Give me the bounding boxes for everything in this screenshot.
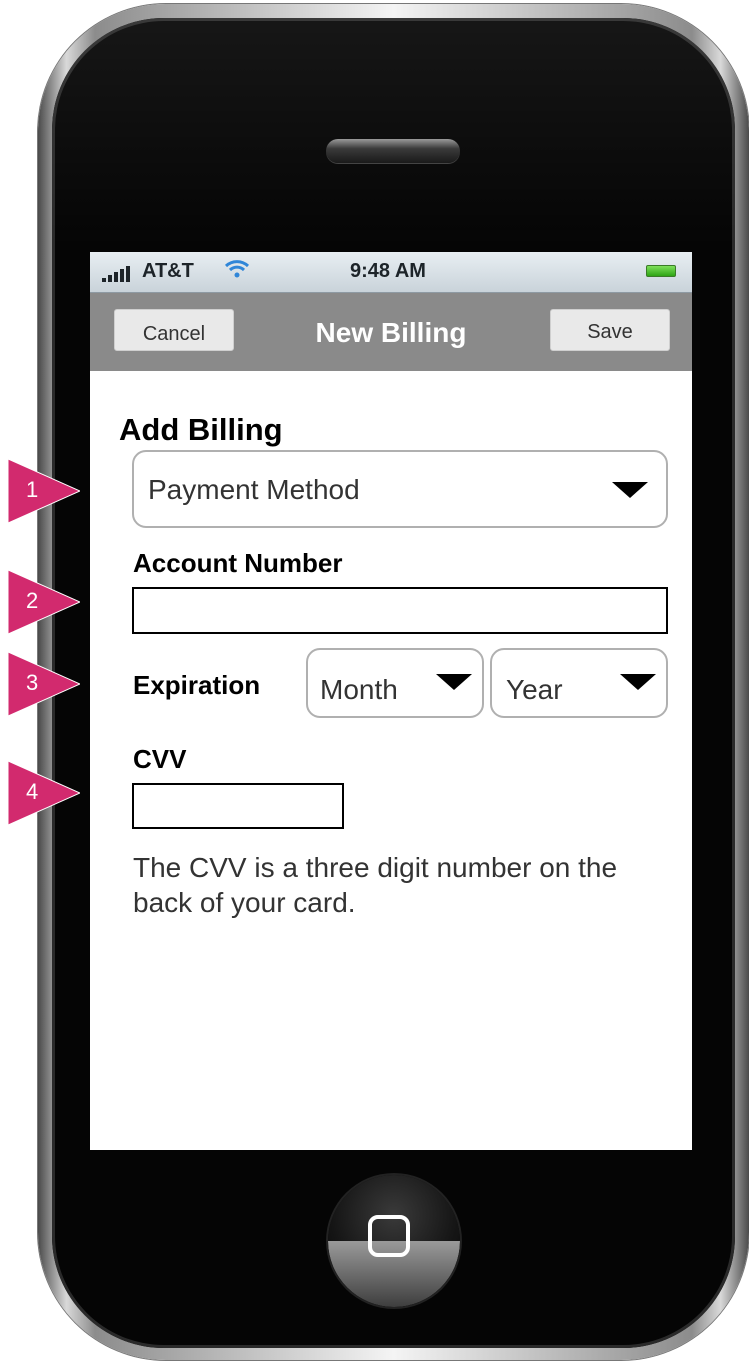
page-title: New Billing: [315, 317, 467, 348]
callout-number: 4: [26, 779, 39, 804]
cvv-field[interactable]: [132, 783, 344, 829]
wifi-icon: [224, 260, 250, 278]
expiration-label: Expiration: [133, 670, 261, 700]
navigation-bar: Cancel New Billing Save: [90, 293, 692, 371]
callout-marker-4: 4: [8, 761, 80, 825]
chevron-down-icon: [620, 674, 656, 690]
phone-gloss: [52, 18, 735, 248]
year-value: Year: [506, 674, 563, 705]
callout-number: 3: [26, 670, 39, 695]
chevron-down-icon: [436, 674, 472, 690]
status-time: 9:48 AM: [350, 260, 426, 282]
payment-method-select[interactable]: Payment Method: [132, 450, 668, 528]
month-select[interactable]: Month: [306, 648, 484, 718]
battery-icon: [646, 265, 676, 277]
callout-number: 2: [26, 588, 39, 613]
form-title: Add Billing: [119, 412, 283, 447]
callout-marker-2: 2: [8, 570, 80, 634]
callout-number: 1: [26, 477, 39, 502]
callout-marker-1: 1: [8, 459, 80, 523]
earpiece-speaker: [326, 139, 460, 163]
carrier-name: AT&T: [142, 260, 194, 282]
chevron-down-icon: [612, 482, 648, 498]
callout-marker-3: 3: [8, 652, 80, 716]
status-bar: AT&T 9:48 AM: [90, 252, 692, 293]
cancel-button[interactable]: Cancel: [114, 309, 234, 351]
signal-strength-icon: [102, 266, 134, 282]
account-number-label: Account Number: [133, 548, 343, 578]
month-value: Month: [320, 674, 398, 705]
home-button[interactable]: [328, 1175, 460, 1307]
phone-screen: AT&T 9:48 AM Cancel New Billing Save Add…: [90, 252, 692, 1150]
cvv-label: CVV: [133, 744, 187, 774]
cvv-help-text: The CVV is a three digit number on the b…: [133, 852, 618, 918]
year-select[interactable]: Year: [490, 648, 668, 718]
home-square-icon: [368, 1215, 410, 1257]
account-number-field[interactable]: [132, 587, 668, 634]
save-button[interactable]: Save: [550, 309, 670, 351]
payment-method-value: Payment Method: [148, 474, 360, 505]
